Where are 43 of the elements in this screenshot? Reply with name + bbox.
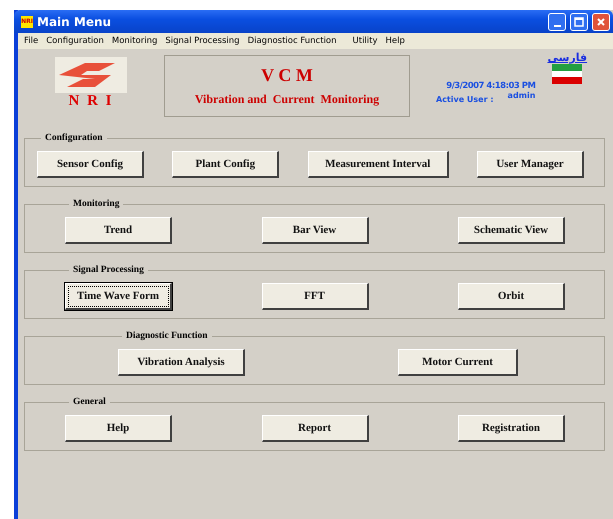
minimize-button[interactable] (548, 12, 566, 30)
group-title: Signal Processing (72, 265, 145, 275)
group-title: Configuration (44, 133, 104, 143)
app-title: V C M (261, 65, 313, 86)
group-title: Diagnostic Function (125, 331, 209, 341)
close-icon (596, 16, 606, 26)
logo-icon (55, 57, 127, 93)
window-title: Main Menu (37, 14, 112, 28)
menu-item[interactable]: Signal Processing (161, 36, 244, 46)
menu-button[interactable]: Orbit (458, 283, 565, 310)
language-link[interactable]: فارسی (547, 51, 588, 64)
menu-item[interactable]: Utility (348, 36, 382, 46)
date-time: 9/3/2007 4:18:03 PM (446, 81, 536, 91)
menu-item[interactable]: Monitoring (108, 36, 162, 46)
active-user-name: admin (508, 91, 536, 102)
menu-button[interactable]: Vibration Analysis (118, 349, 245, 376)
app-subtitle: Vibration and Current Monitoring (194, 92, 380, 107)
menu-button[interactable]: Schematic View (458, 217, 565, 244)
minimize-icon (554, 24, 560, 26)
group-title: General (72, 397, 107, 407)
menu-item[interactable]: Diagnostioc Function (244, 36, 341, 46)
menu-button[interactable]: Registration (458, 415, 565, 442)
group-title: Monitoring (72, 199, 120, 209)
menu-button[interactable]: Sensor Config (37, 151, 144, 178)
flag-icon (552, 64, 582, 84)
logo-text: N R I (68, 93, 114, 110)
menu-button[interactable]: Report (262, 415, 368, 442)
menu-item[interactable]: File (20, 36, 42, 46)
maximize-icon (574, 16, 584, 26)
menu-button[interactable]: Bar View (262, 217, 368, 244)
active-user-label: Active User : (436, 95, 494, 104)
menu-button[interactable]: Motor Current (398, 349, 518, 376)
menu-button[interactable]: Time Wave Form (65, 283, 172, 310)
menu-button[interactable]: Help (65, 415, 172, 442)
menu-item[interactable]: Configuration (42, 36, 108, 46)
menu-item[interactable]: Help (382, 36, 409, 46)
menu-button[interactable]: Trend (65, 217, 172, 244)
menu-button[interactable]: FFT (262, 283, 368, 310)
menu-button[interactable]: Plant Config (172, 151, 280, 178)
close-button[interactable] (592, 12, 610, 30)
menu-button[interactable]: User Manager (476, 151, 584, 178)
maximize-button[interactable] (570, 12, 588, 30)
menu-button[interactable]: Measurement Interval (308, 151, 449, 178)
